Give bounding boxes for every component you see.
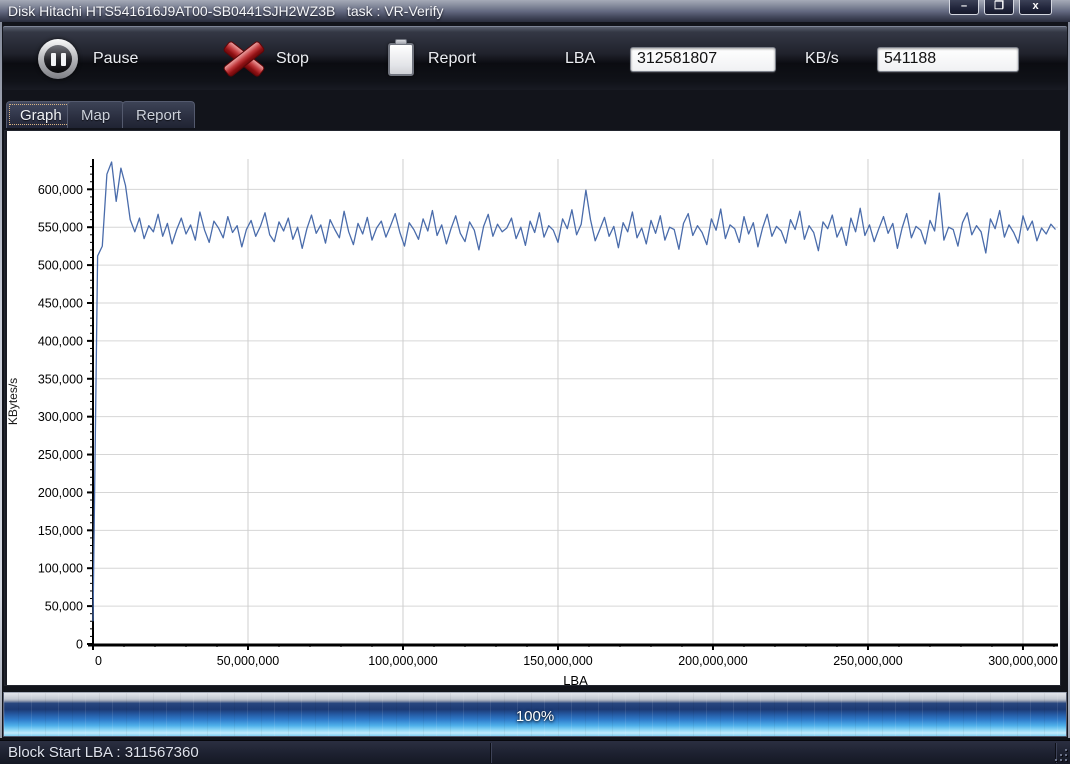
tab-map-label: Map	[81, 107, 110, 124]
toolbar: Pause Stop	[3, 26, 1067, 90]
y-tick-label: 150,000	[38, 524, 83, 538]
tab-report-label: Report	[136, 107, 181, 124]
speed-series-line	[93, 162, 1056, 621]
pause-icon	[38, 39, 78, 79]
report-label: Report	[428, 50, 476, 68]
x-tick-label: 250,000,000	[833, 654, 903, 668]
lba-field-group: LBA	[565, 27, 595, 91]
title-bar: Disk Hitachi HTS541616J9AT00-SB0441SJH2W…	[0, 0, 1070, 22]
x-tick-label: 100,000,000	[368, 654, 438, 668]
y-tick-label: 50,000	[45, 600, 83, 614]
kbs-field-group: KB/s	[805, 27, 839, 91]
kbs-label: KB/s	[805, 50, 839, 68]
y-tick-label: 550,000	[38, 221, 83, 235]
y-tick-label: 350,000	[38, 372, 83, 386]
y-tick-label: 450,000	[38, 296, 83, 310]
close-button[interactable]: x	[1019, 0, 1052, 15]
lba-label: LBA	[565, 50, 595, 68]
x-tick-label: 200,000,000	[678, 654, 748, 668]
window-controls: – ❐ x	[949, 0, 1052, 15]
chart-panel: 0 50,000 100,000 150,000 200,000 250,000 300,0…	[4, 130, 1061, 686]
minimize-button[interactable]: –	[949, 0, 979, 15]
maximize-button[interactable]: ❐	[984, 0, 1014, 15]
x-tick-label: 150,000,000	[523, 654, 593, 668]
kbs-input[interactable]	[877, 47, 1019, 72]
maximize-icon: ❐	[994, 0, 1004, 12]
status-divider	[491, 743, 492, 763]
stop-label: Stop	[276, 50, 309, 68]
close-icon: x	[1032, 0, 1038, 12]
minimize-icon: –	[961, 0, 967, 12]
y-tick-label: 400,000	[38, 334, 83, 348]
tab-bar: Graph Map Report	[3, 99, 1067, 128]
y-tick-label: 250,000	[38, 448, 83, 462]
pause-button[interactable]: Pause	[38, 27, 138, 91]
speed-chart: 0 50,000 100,000 150,000 200,000 250,000 300,0…	[5, 131, 1060, 685]
x-axis-title: LBA	[563, 673, 588, 685]
y-tick-label: 600,000	[38, 183, 83, 197]
y-tick-label: 100,000	[38, 562, 83, 576]
y-tick-label: 200,000	[38, 486, 83, 500]
stop-icon	[222, 39, 266, 79]
y-tick-label: 500,000	[38, 259, 83, 273]
report-icon	[388, 43, 414, 76]
x-tick-label: 50,000,000	[217, 654, 280, 668]
resize-grip[interactable]	[1054, 748, 1067, 761]
report-button[interactable]: Report	[388, 27, 476, 91]
status-text: Block Start LBA : 311567360	[0, 744, 199, 761]
y-axis-title: KBytes/s	[6, 378, 20, 425]
lba-field-wrap	[630, 27, 776, 91]
window-title: Disk Hitachi HTS541616J9AT00-SB0441SJH2W…	[0, 3, 443, 19]
app-window: Disk Hitachi HTS541616J9AT00-SB0441SJH2W…	[0, 0, 1070, 764]
pause-label: Pause	[93, 50, 138, 68]
x-tick-label: 0	[95, 654, 102, 668]
tab-map[interactable]: Map	[67, 101, 124, 128]
y-tick-label: 0	[76, 638, 83, 652]
stop-button[interactable]: Stop	[222, 27, 309, 91]
progress-percent: 100%	[516, 708, 554, 725]
tab-graph[interactable]: Graph	[6, 101, 76, 128]
window-left-edge	[0, 22, 2, 738]
y-tick-label: 300,000	[38, 410, 83, 424]
progress-bar: 100%	[3, 692, 1067, 737]
status-bar: Block Start LBA : 311567360	[0, 740, 1070, 764]
kbs-field-wrap	[877, 27, 1019, 91]
tab-graph-label: Graph	[20, 107, 62, 124]
x-tick-label: 300,000,000	[988, 654, 1058, 668]
tab-report[interactable]: Report	[122, 101, 195, 128]
lba-input[interactable]	[630, 47, 776, 72]
